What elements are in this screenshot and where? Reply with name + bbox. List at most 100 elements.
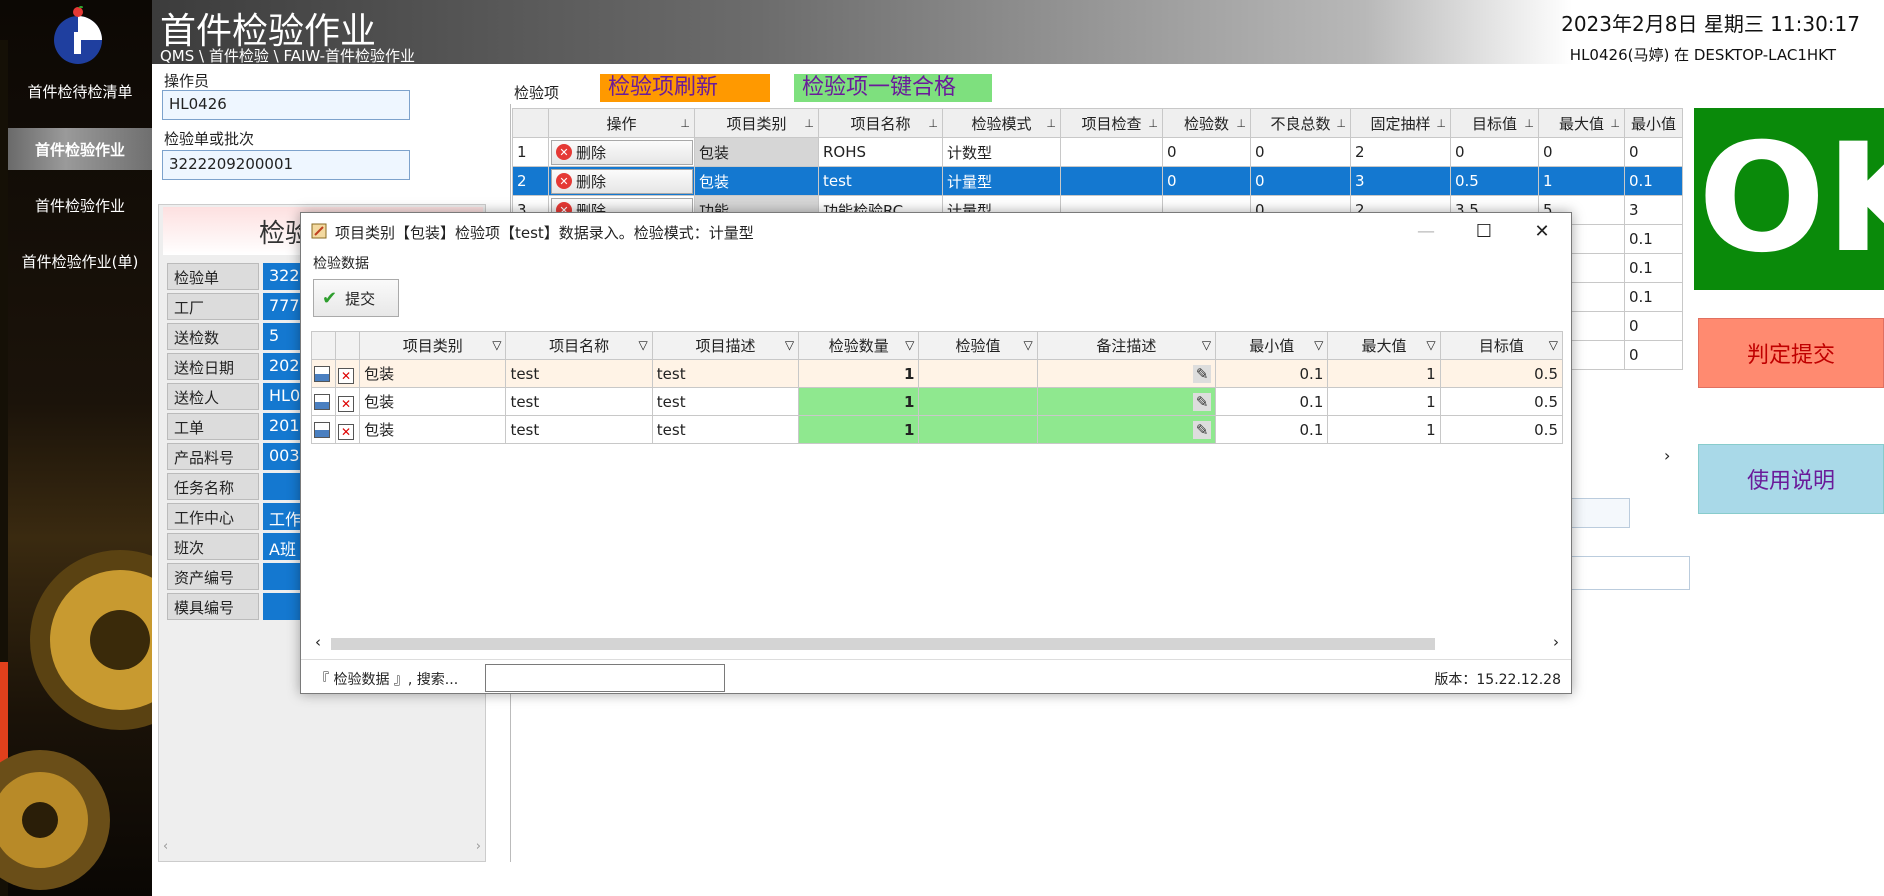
column-header[interactable]: 项目类别 ⊥ (694, 108, 819, 138)
table-row[interactable]: 1 ✕ 删除 包装 ROHS 计数型 0 0 2 0 0 0 (512, 137, 1683, 167)
edit-wrench-icon[interactable]: ✎ (1193, 364, 1212, 383)
info-value[interactable]: 工作 (263, 503, 303, 530)
filter-icon[interactable]: ▽ (785, 338, 794, 352)
column-header-label: 检验数量 (828, 337, 889, 355)
dialog-hscroll[interactable]: ‹ › (311, 633, 1563, 653)
row-delete-icon[interactable]: ✕ (338, 423, 355, 440)
column-header[interactable]: 目标值 ▽ (1439, 331, 1564, 360)
column-header[interactable]: 备注描述 ▽ (1036, 331, 1217, 360)
filter-icon[interactable]: ▽ (492, 338, 501, 352)
cell-remark[interactable]: ✎ (1036, 359, 1217, 388)
filter-icon[interactable]: ▽ (1314, 338, 1323, 352)
column-header[interactable]: 检验数量 ▽ (798, 331, 920, 360)
table-row[interactable]: ✕ 包装 test test 1 ✎ 0.1 1 0.5 (310, 415, 1564, 444)
edit-wrench-icon[interactable]: ✎ (1193, 392, 1212, 411)
dialog-titlebar[interactable]: 项目类别【包装】检验项【test】数据录入。检验模式：计量型 — ☐ ✕ (301, 213, 1571, 249)
minimize-button[interactable]: — (1397, 213, 1455, 249)
cell-remark[interactable]: ✎ (1036, 415, 1217, 444)
cell-value[interactable] (918, 415, 1038, 444)
pin-icon[interactable]: ⊥ (1610, 117, 1620, 130)
row-detail-icon[interactable] (314, 421, 330, 438)
column-header[interactable]: 目标值 ⊥ (1450, 108, 1539, 138)
column-header[interactable]: 最大值 ⊥ (1538, 108, 1625, 138)
table-row[interactable]: 2 ✕ 删除 包装 test 计量型 0 0 3 0.5 1 0.1 (512, 166, 1683, 196)
cell-value[interactable] (918, 359, 1038, 388)
column-header[interactable]: 项目描述 ▽ (651, 331, 800, 360)
all-pass-button[interactable]: 检验项一键合格 (794, 74, 992, 102)
cell-remark[interactable]: ✎ (1036, 387, 1217, 416)
pin-icon[interactable]: ⊥ (1336, 117, 1346, 130)
column-header[interactable]: 检验值 ▽ (918, 331, 1038, 360)
sidebar-item-inspection-single[interactable]: 首件检验作业(单) (8, 240, 152, 282)
filter-icon[interactable]: ▽ (639, 338, 648, 352)
pin-icon[interactable]: ⊥ (1524, 117, 1534, 130)
column-header[interactable]: 项目名称 ▽ (505, 331, 653, 360)
info-value[interactable]: 322 (263, 263, 303, 290)
filter-icon[interactable]: ▽ (1549, 338, 1558, 352)
pin-icon[interactable]: ⊥ (928, 117, 938, 130)
grid-scroll-right-arrow[interactable]: › (1664, 446, 1670, 465)
pin-icon[interactable]: ⊥ (1236, 117, 1246, 130)
info-value[interactable] (263, 473, 303, 500)
maximize-button[interactable]: ☐ (1455, 213, 1513, 249)
sidebar-item-inspection[interactable]: 首件检验作业 (8, 184, 152, 226)
info-value[interactable]: A班 (263, 533, 303, 560)
info-value[interactable]: 202 (263, 353, 303, 380)
filter-icon[interactable]: ▽ (1023, 338, 1032, 352)
column-header[interactable]: 操作 ⊥ (548, 108, 695, 138)
cell-value[interactable] (918, 387, 1038, 416)
filter-icon[interactable]: ▽ (905, 338, 914, 352)
row-detail-icon[interactable] (314, 365, 330, 382)
operator-input[interactable]: HL0426 (162, 90, 410, 120)
column-header[interactable]: 检验模式 ⊥ (942, 108, 1061, 138)
row-delete-icon[interactable]: ✕ (338, 395, 355, 412)
column-header[interactable]: 最大值 ▽ (1327, 331, 1441, 360)
close-button[interactable]: ✕ (1513, 213, 1571, 249)
column-header[interactable]: 项目名称 ⊥ (818, 108, 943, 138)
pin-icon[interactable]: ⊥ (1046, 117, 1056, 130)
scroll-thumb[interactable] (331, 638, 1435, 650)
column-header[interactable]: 项目类别 ▽ (359, 331, 507, 360)
table-row[interactable]: ✕ 包装 test test 1 ✎ 0.1 1 0.5 (310, 387, 1564, 416)
info-value[interactable]: 003 (263, 443, 303, 470)
column-header[interactable]: 不良总数 ⊥ (1250, 108, 1351, 138)
column-header[interactable]: 项目检查 ⊥ (1060, 108, 1163, 138)
column-header[interactable]: 最小值 (1624, 108, 1683, 138)
info-value[interactable]: HL0 (263, 383, 303, 410)
column-header[interactable]: 最小值 ▽ (1215, 331, 1329, 360)
delete-button[interactable]: ✕ 删除 (551, 168, 693, 194)
search-input[interactable] (485, 664, 725, 692)
scroll-right-arrow-icon[interactable]: › (1553, 633, 1559, 651)
info-value[interactable]: 5 (263, 323, 303, 350)
info-value[interactable]: 201 (263, 413, 303, 440)
column-header[interactable]: 固定抽样 ⊥ (1350, 108, 1451, 138)
pin-icon[interactable]: ⊥ (804, 117, 814, 130)
row-delete-icon[interactable]: ✕ (338, 367, 355, 384)
refresh-items-button[interactable]: 检验项刷新 (600, 74, 770, 102)
delete-button[interactable]: ✕ 删除 (551, 139, 693, 165)
pin-icon[interactable]: ⊥ (1436, 117, 1446, 130)
table-row[interactable]: ✕ 包装 test test 1 ✎ 0.1 1 0.5 (310, 359, 1564, 388)
cell-qty[interactable]: 1 (798, 387, 920, 416)
judge-submit-button[interactable]: 判定提交 (1698, 318, 1884, 388)
sidebar-item-inspection-active[interactable]: 首件检验作业 (8, 128, 152, 170)
batch-input[interactable]: 3222209200001 (162, 150, 410, 180)
pin-icon[interactable]: ⊥ (1148, 117, 1158, 130)
info-value[interactable] (263, 563, 303, 590)
cell-qty[interactable]: 1 (798, 359, 920, 388)
edit-wrench-icon[interactable]: ✎ (1193, 420, 1212, 439)
cell-category: 包装 (359, 359, 507, 388)
scroll-left-arrow-icon[interactable]: ‹ (315, 633, 321, 651)
row-detail-icon[interactable] (314, 393, 330, 410)
filter-icon[interactable]: ▽ (1202, 338, 1211, 352)
panel-hscroll[interactable]: ‹ › (163, 839, 481, 857)
info-value[interactable]: 777 (263, 293, 303, 320)
cell-qty[interactable]: 1 (798, 415, 920, 444)
column-header[interactable]: 检验数 ⊥ (1162, 108, 1251, 138)
pin-icon[interactable]: ⊥ (680, 117, 690, 130)
help-button[interactable]: 使用说明 (1698, 444, 1884, 514)
sidebar-item-pending-list[interactable]: 首件检待检清单 (8, 70, 152, 112)
submit-button[interactable]: ✔ 提交 (313, 279, 399, 317)
filter-icon[interactable]: ▽ (1426, 338, 1435, 352)
info-value[interactable] (263, 593, 303, 620)
